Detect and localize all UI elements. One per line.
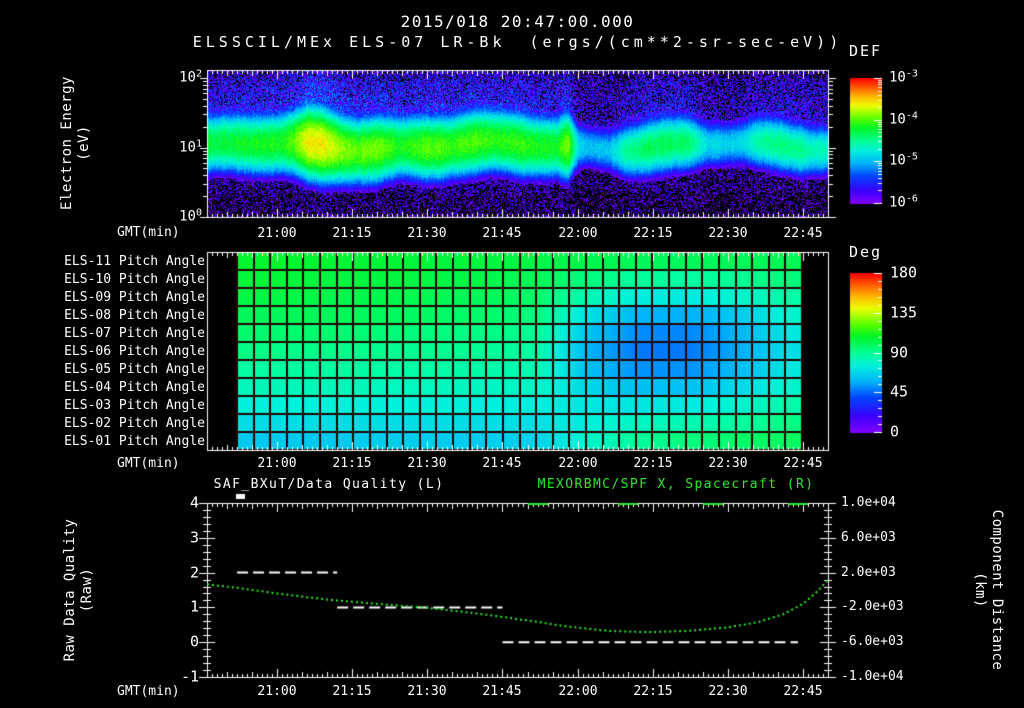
- row-label: ELS-03 Pitch Angle: [64, 398, 205, 414]
- y-tick-label: 2.0e+03: [841, 565, 896, 581]
- y-tick-label: 4: [189, 493, 199, 512]
- x-tick-label: 21:45: [482, 456, 522, 471]
- colorbar-tick-label: 10-4: [889, 110, 918, 128]
- row-label: ELS-09 Pitch Angle: [64, 290, 205, 306]
- panel2-x-axis-label: GMT(min): [117, 456, 180, 471]
- row-label: ELS-01 Pitch Angle: [64, 434, 205, 450]
- x-tick-label: 21:30: [407, 226, 447, 241]
- row-label: ELS-02 Pitch Angle: [64, 416, 205, 432]
- x-tick-label: 21:00: [257, 684, 297, 699]
- row-label: ELS-05 Pitch Angle: [64, 362, 205, 378]
- panel3-right-series-title: MEXORBMC/SPF X, Spacecraft (R): [537, 477, 815, 492]
- x-tick-label: 22:30: [708, 456, 748, 471]
- units-label: (ergs/(cm**2-sr-sec-eV)): [529, 33, 843, 51]
- panel1-x-axis-label: GMT(min): [117, 225, 180, 240]
- x-tick-label: 22:15: [633, 456, 673, 471]
- y-tick-label: -1: [180, 667, 199, 686]
- y-tick-label: -2.0e+03: [841, 599, 904, 615]
- row-label: ELS-04 Pitch Angle: [64, 380, 205, 396]
- panel3-right-y-axis-label-line2: (km): [972, 572, 988, 608]
- instrument-label: ELSSCIL/MEx ELS-07 LR-Bk: [192, 33, 506, 51]
- x-tick-label: 22:15: [633, 226, 673, 241]
- x-tick-label: 22:00: [558, 456, 598, 471]
- x-tick-label: 21:30: [407, 456, 447, 471]
- x-tick-label: 22:00: [558, 226, 598, 241]
- colorbar-tick-label: 0: [890, 422, 900, 441]
- y-tick-label: 100: [179, 207, 202, 225]
- row-label: ELS-06 Pitch Angle: [64, 344, 205, 360]
- y-tick-label: -1.0e+04: [841, 669, 904, 685]
- colorbar-tick-label: 180: [890, 263, 918, 282]
- y-tick-label: 0: [189, 632, 199, 651]
- y-tick-label: 1.0e+04: [841, 495, 896, 511]
- title-datetime: 2015/018 20:47:00.000: [400, 12, 635, 31]
- y-tick-label: 6.0e+03: [841, 530, 896, 546]
- x-tick-label: 22:45: [783, 456, 823, 471]
- colorbar1-title: DEF: [849, 42, 883, 60]
- row-label: ELS-11 Pitch Angle: [64, 254, 205, 270]
- x-tick-label: 22:45: [783, 226, 823, 241]
- colorbar2-title: Deg: [849, 243, 883, 261]
- x-tick-label: 21:45: [482, 684, 522, 699]
- x-tick-label: 22:30: [708, 226, 748, 241]
- y-tick-label: -6.0e+03: [841, 634, 904, 650]
- x-tick-label: 21:45: [482, 226, 522, 241]
- x-tick-label: 22:00: [558, 684, 598, 699]
- x-tick-label: 21:00: [257, 456, 297, 471]
- row-label: ELS-10 Pitch Angle: [64, 272, 205, 288]
- colorbar-tick-label: 10-6: [889, 193, 918, 211]
- y-tick-label: 101: [179, 138, 202, 156]
- panel3-right-y-axis-label-line1: Component Distance: [989, 509, 1005, 671]
- title-instrument-line: ELSSCIL/MEx ELS-07 LR-Bk (ergs/(cm**2-sr-…: [107, 33, 928, 51]
- colorbar-tick-label: 135: [890, 303, 918, 322]
- x-tick-label: 22:45: [783, 684, 823, 699]
- y-tick-label: 102: [179, 68, 202, 86]
- row-label: ELS-07 Pitch Angle: [64, 326, 205, 342]
- y-tick-label: 1: [189, 597, 199, 616]
- x-tick-label: 21:15: [332, 456, 372, 471]
- x-tick-label: 21:00: [257, 226, 297, 241]
- row-label: ELS-08 Pitch Angle: [64, 308, 205, 324]
- y-tick-label: 3: [189, 528, 199, 547]
- colorbar-tick-label: 10-3: [889, 68, 918, 86]
- colorbar-tick-label: 45: [890, 382, 909, 401]
- plot-stage: 2015/018 20:47:00.000 ELSSCIL/MEx ELS-07…: [0, 0, 1024, 708]
- x-tick-label: 22:30: [708, 684, 748, 699]
- colorbar-tick-label: 90: [890, 343, 909, 362]
- x-tick-label: 21:30: [407, 684, 447, 699]
- panel3-left-series-title: SAF_BXuT/Data Quality (L): [213, 477, 445, 492]
- colorbar-tick-label: 10-5: [889, 151, 918, 169]
- panel3-x-axis-label: GMT(min): [117, 684, 180, 699]
- panel3-right-y-axis-label: Component Distance (km): [970, 430, 1006, 708]
- y-tick-label: 2: [189, 563, 199, 582]
- x-tick-label: 22:15: [633, 684, 673, 699]
- x-tick-label: 21:15: [332, 684, 372, 699]
- x-tick-label: 21:15: [332, 226, 372, 241]
